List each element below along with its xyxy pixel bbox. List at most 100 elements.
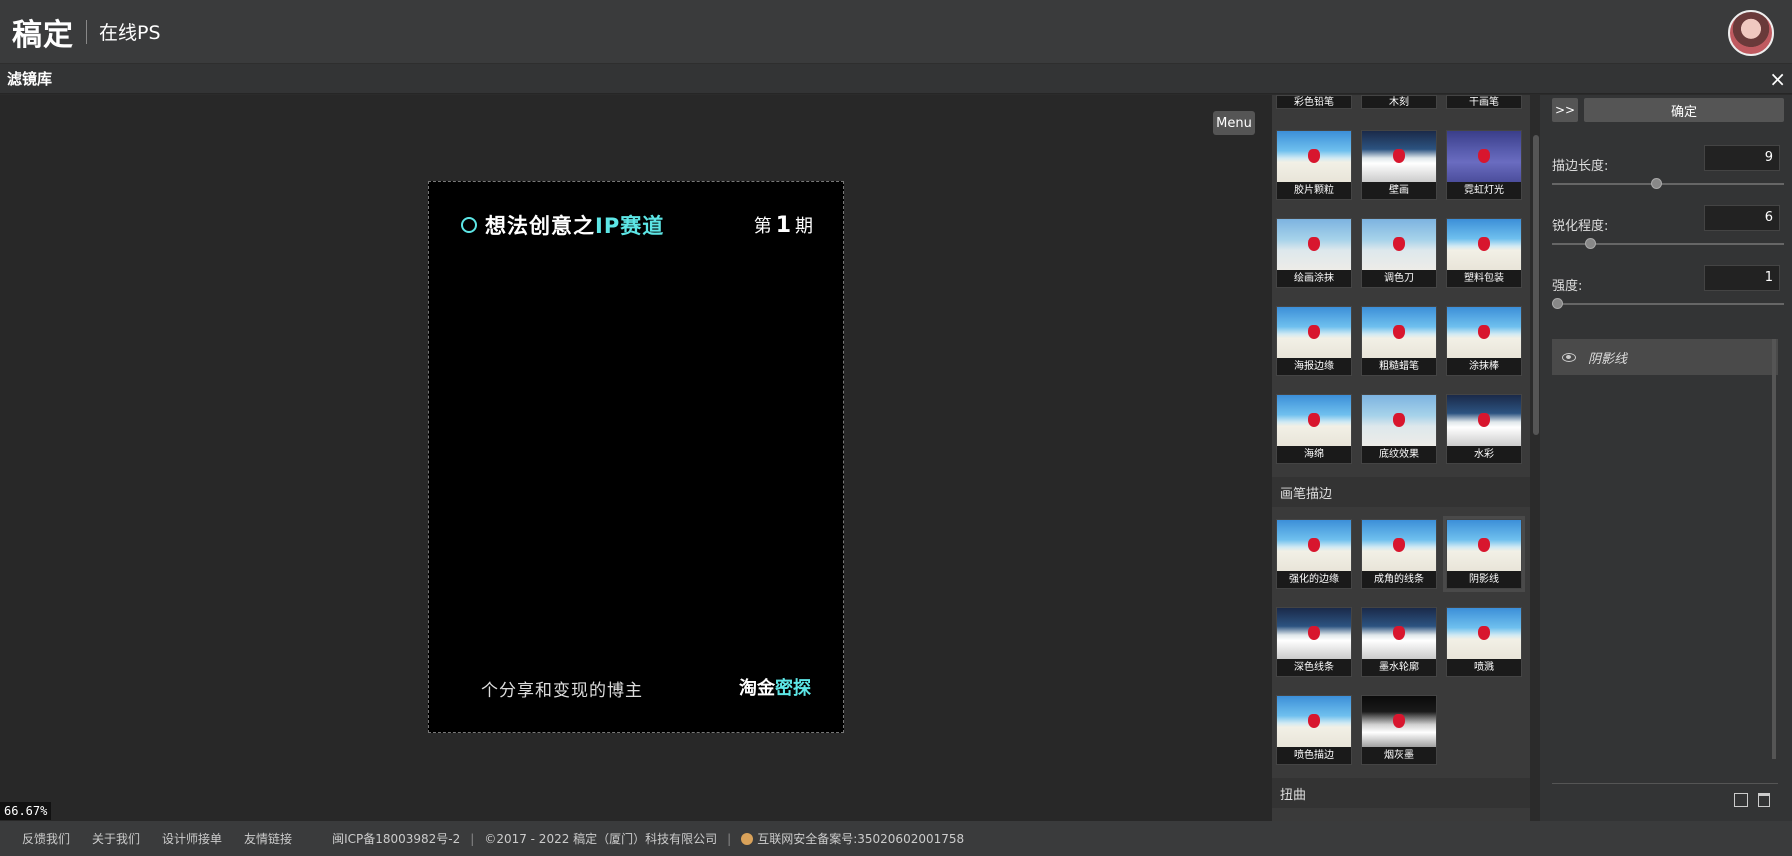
filter-item[interactable]: 绘画涂抹 — [1276, 218, 1352, 288]
security-record[interactable]: 互联网安全备案号:35020602001758 — [757, 830, 964, 847]
filter-item-selected[interactable]: 阴影线 — [1443, 516, 1525, 592]
document-preview[interactable]: 想法创意之 IP赛道 第1期 个分享和变现的博主 淘金密探 — [428, 181, 844, 733]
filter-thumbnail — [1277, 696, 1351, 748]
filter-thumbnail — [1447, 395, 1521, 447]
layers-scrollbar[interactable] — [1772, 339, 1776, 759]
separator: | — [470, 831, 475, 846]
new-layer-icon[interactable] — [1734, 793, 1748, 807]
filter-item[interactable]: 深色线条 — [1276, 607, 1352, 677]
copyright-text: ©2017 - 2022 稿定（厦门）科技有限公司 — [484, 832, 718, 846]
param-sharpness: 锐化程度: 6 — [1552, 205, 1784, 255]
filter-item[interactable]: 成角的线条 — [1361, 519, 1437, 589]
slider-track[interactable] — [1552, 303, 1784, 305]
slider-track[interactable] — [1552, 183, 1784, 185]
filter-label: 壁画 — [1362, 182, 1436, 199]
brand-accent: 密探 — [775, 678, 811, 699]
filter-thumbnail — [1362, 131, 1436, 183]
slider-handle[interactable] — [1651, 178, 1663, 189]
filter-item[interactable]: 水彩 — [1446, 394, 1522, 464]
filter-item[interactable]: 塑料包装 — [1446, 218, 1522, 288]
footer-link[interactable]: 设计师接单 — [162, 830, 222, 847]
police-badge-icon — [741, 832, 754, 845]
filter-label: 喷溅 — [1447, 659, 1521, 676]
app-name: 在线PS — [99, 22, 161, 44]
doc-title-accent: IP赛道 — [595, 214, 665, 238]
circle-icon — [461, 217, 477, 233]
filter-thumbnail — [1277, 219, 1351, 271]
eye-icon[interactable] — [1562, 352, 1576, 362]
issue-suffix: 期 — [795, 216, 813, 237]
filter-label: 成角的线条 — [1362, 571, 1436, 588]
filter-item[interactable]: 干画笔 — [1446, 95, 1522, 109]
filter-section-brush[interactable]: 画笔描边 — [1272, 477, 1530, 507]
menu-button[interactable]: Menu — [1213, 111, 1255, 135]
filter-thumbnail — [1362, 520, 1436, 572]
filter-label: 深色线条 — [1277, 659, 1351, 676]
filter-gallery: 彩色铅笔 木刻 干画笔 胶片颗粒 壁画 霓虹灯光 绘画涂抹 调色刀 塑料包装 海… — [1272, 95, 1530, 821]
separator: | — [727, 831, 732, 846]
collapse-button[interactable]: >> — [1552, 98, 1578, 122]
doc-subtitle: 个分享和变现的博主 — [481, 681, 643, 701]
param-input[interactable]: 6 — [1704, 205, 1780, 231]
filter-scrollbar[interactable] — [1533, 135, 1539, 435]
filter-label: 塑料包装 — [1447, 270, 1521, 287]
param-input[interactable]: 1 — [1704, 265, 1780, 291]
filter-label: 强化的边缘 — [1277, 571, 1351, 588]
filter-item[interactable]: 底纹效果 — [1361, 394, 1437, 464]
logo-divider — [86, 19, 87, 44]
param-label: 锐化程度: — [1552, 219, 1609, 234]
filter-item[interactable]: 喷色描边 — [1276, 695, 1352, 765]
doc-title: 想法创意之 IP赛道 — [461, 210, 664, 240]
filter-item[interactable]: 粗糙蜡笔 — [1361, 306, 1437, 376]
filter-item[interactable]: 胶片颗粒 — [1276, 130, 1352, 200]
filter-label: 喷色描边 — [1277, 747, 1351, 764]
panel-header: 滤镜库 × — [0, 64, 1792, 94]
close-icon[interactable]: × — [1769, 67, 1786, 91]
filter-item[interactable]: 霓虹灯光 — [1446, 130, 1522, 200]
footer: 反馈我们 关于我们 设计师接单 友情链接 闽ICP备18003982号-2 | … — [0, 821, 1792, 856]
filter-label: 霓虹灯光 — [1447, 182, 1521, 199]
filter-item[interactable]: 强化的边缘 — [1276, 519, 1352, 589]
filter-item[interactable]: 调色刀 — [1361, 218, 1437, 288]
effect-layer[interactable]: 阴影线 — [1552, 339, 1778, 375]
filter-grid-artistic: 胶片颗粒 壁画 霓虹灯光 绘画涂抹 调色刀 塑料包装 海报边缘 粗糙蜡笔 涂抹棒… — [1272, 130, 1522, 464]
filter-item[interactable]: 彩色铅笔 — [1276, 95, 1352, 109]
logo[interactable]: 稿定 — [12, 10, 74, 54]
avatar[interactable] — [1728, 10, 1774, 56]
effect-layer-label: 阴影线 — [1588, 351, 1628, 367]
slider-handle[interactable] — [1585, 238, 1597, 249]
filter-label: 海报边缘 — [1277, 358, 1351, 375]
doc-brand: 淘金密探 — [739, 674, 811, 700]
filter-row-top: 彩色铅笔 木刻 干画笔 — [1272, 95, 1522, 109]
filter-item[interactable]: 木刻 — [1361, 95, 1437, 109]
canvas-area: Menu 想法创意之 IP赛道 第1期 个分享和变现的博主 淘金密探 66.67% — [0, 95, 1272, 821]
filter-item[interactable]: 海报边缘 — [1276, 306, 1352, 376]
top-bar: 稿定 在线PS — [0, 0, 1792, 64]
filter-label: 烟灰墨 — [1362, 747, 1436, 764]
param-input[interactable]: 9 — [1704, 145, 1780, 171]
filter-thumbnail — [1362, 395, 1436, 447]
filter-label: 粗糙蜡笔 — [1362, 358, 1436, 375]
filter-item[interactable]: 海绵 — [1276, 394, 1352, 464]
brand-main: 淘金 — [739, 678, 775, 699]
filter-item[interactable]: 壁画 — [1361, 130, 1437, 200]
filter-item[interactable]: 烟灰墨 — [1361, 695, 1437, 765]
doc-title-main: 想法创意之 — [485, 214, 595, 238]
filter-thumbnail — [1362, 608, 1436, 660]
footer-link[interactable]: 关于我们 — [92, 830, 140, 847]
filter-item[interactable]: 喷溅 — [1446, 607, 1522, 677]
zoom-level: 66.67% — [0, 802, 52, 820]
param-label: 强度: — [1552, 279, 1583, 294]
filter-label: 阴影线 — [1447, 571, 1521, 588]
footer-link[interactable]: 友情链接 — [244, 830, 292, 847]
slider-handle[interactable] — [1552, 298, 1563, 309]
filter-label: 水彩 — [1447, 446, 1521, 463]
filter-section-distort[interactable]: 扭曲 — [1272, 778, 1530, 808]
footer-link[interactable]: 反馈我们 — [22, 830, 70, 847]
filter-thumbnail — [1362, 696, 1436, 748]
icp-text[interactable]: 闽ICP备18003982号-2 — [332, 830, 460, 847]
filter-item[interactable]: 涂抹棒 — [1446, 306, 1522, 376]
filter-item[interactable]: 墨水轮廓 — [1361, 607, 1437, 677]
trash-icon[interactable] — [1758, 793, 1770, 807]
ok-button[interactable]: 确定 — [1584, 98, 1784, 122]
